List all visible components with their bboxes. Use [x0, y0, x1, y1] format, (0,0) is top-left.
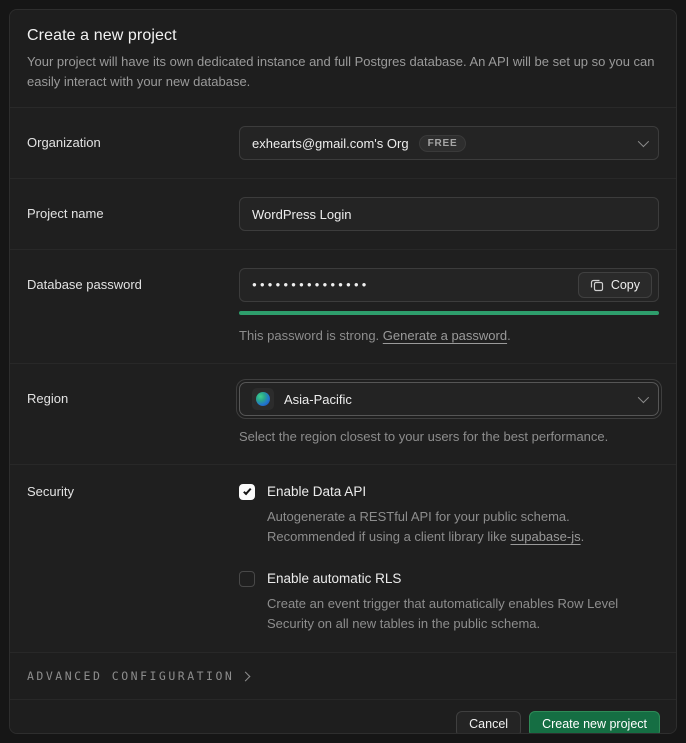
database-password-input[interactable]: ●●●●●●●●●●●●●●● Copy — [239, 268, 659, 302]
security-label: Security — [27, 484, 74, 499]
dialog-footer: Cancel Create new project — [10, 700, 676, 733]
enable-automatic-rls-label[interactable]: Enable automatic RLS — [267, 570, 659, 587]
security-row: Security Enable Data API Autogenerate a … — [10, 465, 676, 652]
project-name-input[interactable]: WordPress Login — [239, 197, 659, 231]
chevron-down-icon — [637, 135, 650, 148]
advanced-configuration-label: ADVANCED CONFIGURATION — [27, 669, 235, 683]
organization-select[interactable]: exhearts@gmail.com's Org FREE — [239, 126, 659, 160]
enable-data-api-option: Enable Data API Autogenerate a RESTful A… — [239, 483, 659, 547]
project-name-label: Project name — [27, 206, 104, 221]
cancel-button[interactable]: Cancel — [456, 711, 522, 733]
modal-overlay: Create a new project Your project will h… — [0, 0, 686, 743]
chevron-down-icon — [637, 391, 650, 404]
checkmark-icon — [243, 486, 252, 496]
region-label: Region — [27, 391, 69, 406]
region-value: Asia-Pacific — [284, 391, 352, 407]
enable-data-api-label[interactable]: Enable Data API — [267, 483, 659, 500]
chevron-right-icon — [240, 671, 251, 681]
enable-automatic-rls-option: Enable automatic RLS Create an event tri… — [239, 570, 659, 634]
plan-badge: FREE — [418, 134, 467, 152]
organization-value: exhearts@gmail.com's Org — [252, 135, 409, 151]
enable-automatic-rls-description: Create an event trigger that automatical… — [267, 596, 619, 631]
copy-icon — [590, 278, 604, 292]
region-hint: Select the region closest to your users … — [239, 429, 609, 444]
enable-data-api-checkbox[interactable] — [239, 484, 255, 500]
globe-icon — [252, 388, 274, 410]
advanced-configuration-toggle[interactable]: ADVANCED CONFIGURATION — [10, 652, 676, 700]
create-new-project-button[interactable]: Create new project — [529, 711, 660, 733]
region-row: Region Asia-Pacific Select the region cl… — [10, 364, 676, 465]
strength-message: This password is strong. — [239, 328, 383, 343]
dialog-description: Your project will have its own dedicated… — [27, 54, 655, 89]
copy-password-button[interactable]: Copy — [577, 272, 652, 298]
database-password-row: Database password ●●●●●●●●●●●●●●● Copy T… — [10, 250, 676, 364]
region-select[interactable]: Asia-Pacific — [236, 379, 662, 419]
dialog-title: Create a new project — [27, 27, 177, 44]
database-password-label: Database password — [27, 277, 142, 292]
supabase-js-link[interactable]: supabase-js — [511, 529, 581, 544]
password-masked-value: ●●●●●●●●●●●●●●● — [252, 280, 370, 289]
copy-button-label: Copy — [610, 278, 640, 292]
create-project-dialog: Create a new project Your project will h… — [9, 9, 677, 734]
generate-password-link[interactable]: Generate a password — [383, 328, 507, 343]
enable-automatic-rls-checkbox[interactable] — [239, 571, 255, 587]
organization-row: Organization exhearts@gmail.com's Org FR… — [10, 108, 676, 179]
enable-data-api-description: Autogenerate a RESTful API for your publ… — [267, 509, 585, 544]
password-strength-hint: This password is strong. Generate a pass… — [239, 328, 511, 343]
project-name-value: WordPress Login — [252, 206, 352, 222]
password-strength-meter — [239, 311, 659, 315]
organization-label: Organization — [27, 135, 101, 150]
dialog-header: Create a new project Your project will h… — [10, 10, 676, 108]
project-name-row: Project name WordPress Login — [10, 179, 676, 250]
